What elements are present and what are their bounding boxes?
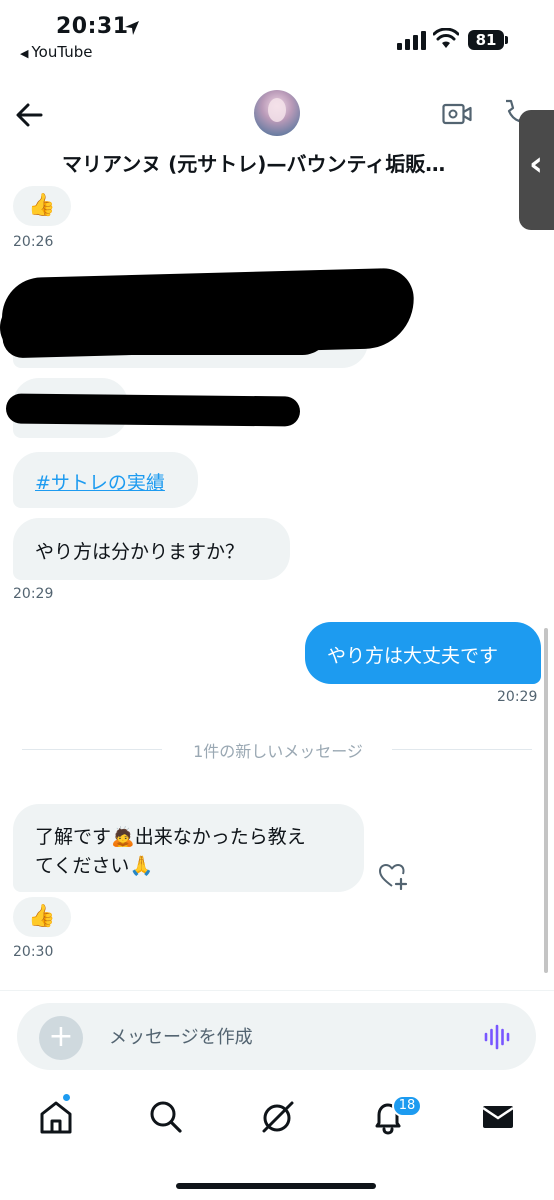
status-time: 20:31 [56, 14, 129, 39]
side-panel-tab[interactable]: ‹ [519, 110, 554, 230]
message-text: 出来なかったら教え [134, 826, 306, 848]
hashtag-message-bubble: #サトレの実績 [13, 452, 198, 508]
message-line: 了解です🙇出来なかったら教え [35, 822, 306, 849]
search-icon[interactable] [146, 1097, 186, 1137]
message-timestamp: 20:26 [13, 234, 54, 250]
status-bar: 20:31 ◀ YouTube 81 [0, 0, 554, 70]
home-icon[interactable] [36, 1097, 76, 1137]
folded-hands-emoji: 🙏 [129, 855, 154, 877]
back-app-label: YouTube [31, 43, 93, 61]
message-text: やり方は大丈夫です [327, 645, 499, 667]
chevron-left-icon: ‹ [529, 144, 544, 184]
divider-line-right [392, 749, 532, 750]
divider-line-left [22, 749, 162, 750]
battery-tip [505, 36, 508, 44]
battery-indicator: 81 [468, 30, 504, 50]
back-triangle-icon: ◀ [20, 47, 29, 60]
message-text: 了解です [35, 826, 112, 848]
message-composer: + [17, 1003, 536, 1070]
thumbs-up-emoji: 👍 [28, 193, 56, 218]
message-timestamp: 20:30 [13, 944, 54, 960]
message-input[interactable] [109, 1021, 449, 1053]
new-messages-divider: 1件の新しいメッセージ [193, 742, 363, 761]
bottom-navigation [0, 1085, 554, 1155]
redaction-mark [5, 393, 301, 427]
bowing-person-emoji: 🙇 [111, 826, 135, 848]
avatar[interactable] [254, 90, 300, 136]
conversation-title[interactable]: マリアンヌ (元サトレ)—バウンティ垢販… [62, 148, 502, 177]
message-line: てください🙏 [35, 851, 153, 878]
notifications-badge: 18 [392, 1095, 422, 1117]
scrollbar[interactable] [544, 628, 548, 973]
conversation-header: マリアンヌ (元サトレ)—バウンティ垢販… [0, 70, 554, 188]
new-posts-dot [62, 1093, 71, 1102]
message-timestamp: 20:29 [13, 586, 54, 602]
add-reaction-icon[interactable] [378, 862, 408, 890]
outgoing-message-bubble[interactable]: やり方は大丈夫です [305, 622, 541, 684]
message-text: やり方は分かりますか？ [35, 541, 245, 563]
grok-icon[interactable] [258, 1097, 298, 1137]
hashtag-link[interactable]: #サトレの実績 [35, 468, 165, 495]
home-indicator [176, 1183, 376, 1189]
location-arrow-icon [125, 21, 139, 35]
video-call-icon[interactable] [442, 102, 472, 126]
cellular-signal-icon [397, 31, 426, 50]
voice-message-icon[interactable] [483, 1023, 511, 1051]
reaction-chip[interactable]: 👍 [13, 897, 71, 937]
add-media-button[interactable]: + [39, 1016, 83, 1060]
incoming-message-bubble[interactable]: やり方は分かりますか？ [13, 518, 290, 580]
message-timestamp: 20:29 [497, 689, 538, 705]
incoming-message-bubble[interactable]: 了解です🙇出来なかったら教え てください🙏 [13, 804, 364, 892]
messages-envelope-icon[interactable] [478, 1097, 518, 1137]
wifi-icon [433, 28, 459, 48]
thumbs-up-emoji: 👍 [28, 904, 56, 929]
composer-separator [0, 990, 554, 991]
back-arrow-icon[interactable] [14, 100, 44, 130]
redaction-mark [0, 300, 330, 355]
back-to-app-link[interactable]: ◀ YouTube [20, 43, 92, 61]
reaction-chip[interactable]: 👍 [13, 186, 71, 226]
message-text: てください [35, 855, 130, 877]
